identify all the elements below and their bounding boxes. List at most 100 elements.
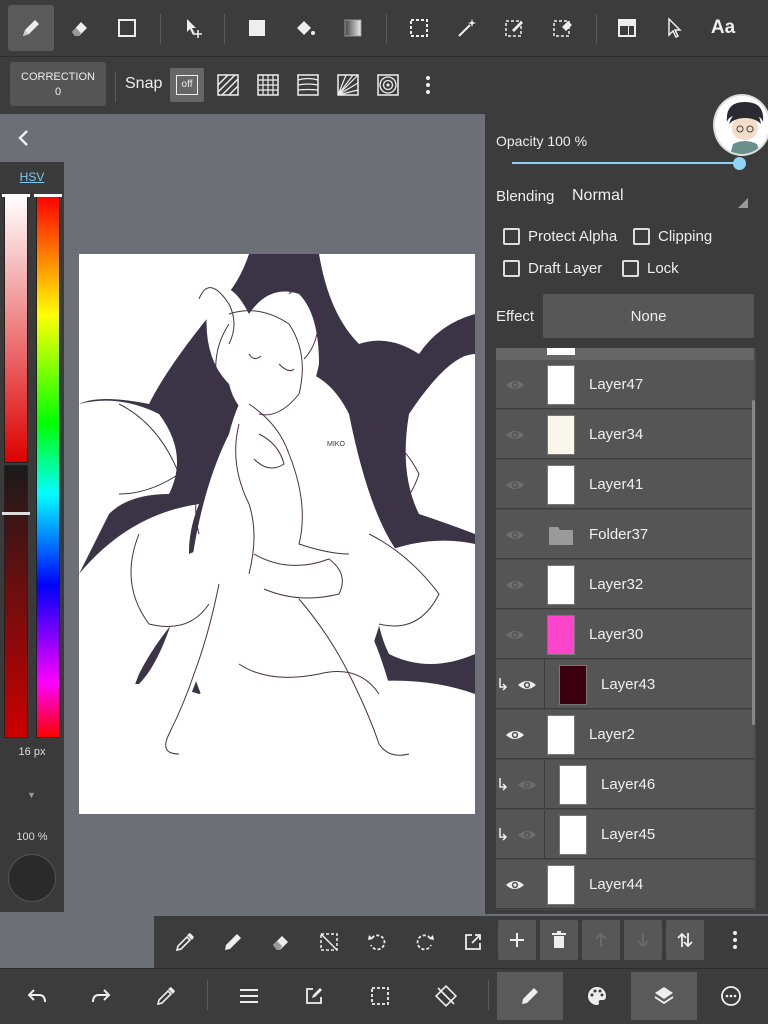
layer-row[interactable]: Layer47 — [496, 360, 754, 409]
fill-rect-icon[interactable] — [234, 5, 280, 51]
select-pen-icon[interactable] — [492, 5, 538, 51]
move-up-icon[interactable] — [582, 920, 620, 960]
undo-icon[interactable] — [5, 972, 69, 1020]
swap-icon[interactable] — [666, 920, 704, 960]
rotate-left-icon[interactable] — [359, 924, 395, 960]
opacity-slider-handle[interactable] — [733, 157, 746, 170]
visibility-eye-icon[interactable] — [505, 575, 525, 595]
pen-icon[interactable] — [215, 924, 251, 960]
layer-name: Folder37 — [589, 526, 649, 543]
palette-icon[interactable] — [565, 972, 629, 1020]
hue-bar[interactable] — [36, 195, 60, 738]
layer-row[interactable]: Layer44 — [496, 860, 754, 909]
select-rect-icon[interactable] — [396, 5, 442, 51]
bucket-icon[interactable] — [282, 5, 328, 51]
layer-row[interactable]: Folder37 — [496, 510, 754, 559]
layer-list-scrollbar[interactable] — [752, 400, 755, 725]
snap-grid-icon[interactable] — [251, 68, 285, 102]
layer-name: Layer32 — [589, 576, 644, 593]
brush-icon[interactable] — [8, 5, 54, 51]
settings-icon[interactable] — [699, 972, 763, 1020]
rotate-right-icon[interactable] — [407, 924, 443, 960]
hue-handle[interactable] — [34, 194, 62, 197]
layer-row[interactable]: Layer43 — [496, 660, 754, 709]
blending-select[interactable]: Normal — [572, 187, 624, 205]
snap-curve-icon[interactable] — [291, 68, 325, 102]
visibility-eye-icon[interactable] — [505, 425, 525, 445]
draft-layer-checkbox[interactable] — [503, 260, 520, 277]
layer-thumbnail — [547, 865, 575, 905]
current-color-swatch[interactable] — [8, 854, 56, 902]
clipping-checkbox[interactable] — [633, 228, 650, 245]
delete-layer-icon[interactable] — [540, 920, 578, 960]
rectangle-icon[interactable] — [104, 5, 150, 51]
visibility-eye-icon[interactable] — [517, 775, 537, 795]
snap-parallel-icon[interactable] — [211, 68, 245, 102]
saturation-bar[interactable] — [4, 195, 28, 463]
clip-arrow-icon — [497, 827, 509, 841]
text-tool-button[interactable]: Aa — [700, 5, 746, 51]
move-down-icon[interactable] — [624, 920, 662, 960]
layer-move-icon[interactable] — [604, 5, 650, 51]
clip-arrow-icon — [497, 777, 509, 791]
brush-opacity-label[interactable]: 100 % — [0, 831, 64, 843]
layer-row-partial[interactable] — [496, 348, 754, 360]
brush-size-dot-icon: ▼ — [27, 790, 36, 800]
artwork-canvas[interactable]: MIKO — [79, 254, 475, 814]
eraser-icon[interactable] — [263, 924, 299, 960]
correction-label: CORRECTION — [21, 71, 95, 83]
menu-icon[interactable] — [217, 972, 281, 1020]
more-icon[interactable] — [716, 920, 754, 960]
export-icon[interactable] — [455, 924, 491, 960]
selection-icon[interactable] — [348, 972, 412, 1020]
eyedropper-icon[interactable] — [134, 972, 198, 1020]
value-handle[interactable] — [2, 512, 30, 515]
snap-radial-icon[interactable] — [331, 68, 365, 102]
layer-row[interactable]: Layer32 — [496, 560, 754, 609]
transform-icon[interactable] — [414, 972, 478, 1020]
visibility-eye-icon[interactable] — [505, 475, 525, 495]
visibility-eye-icon[interactable] — [505, 725, 525, 745]
layer-row[interactable]: Layer30 — [496, 610, 754, 659]
pointer-icon[interactable] — [652, 5, 698, 51]
edit-icon[interactable] — [282, 972, 346, 1020]
magic-wand-icon[interactable] — [444, 5, 490, 51]
more-options-icon[interactable] — [411, 68, 445, 102]
snap-circle-icon[interactable] — [371, 68, 405, 102]
layer-row[interactable]: Layer46 — [496, 760, 754, 809]
visibility-eye-icon[interactable] — [517, 675, 537, 695]
layer-row[interactable]: Layer2 — [496, 710, 754, 759]
gradient-icon[interactable] — [330, 5, 376, 51]
add-layer-icon[interactable] — [498, 920, 536, 960]
eraser-icon[interactable] — [56, 5, 102, 51]
redo-icon[interactable] — [69, 972, 133, 1020]
visibility-eye-icon[interactable] — [505, 625, 525, 645]
layer-list[interactable]: Layer47 Layer34 Layer41 Folder37 Layer32 Laye… — [496, 348, 756, 910]
color-mode-toggle[interactable]: HSV — [0, 170, 64, 184]
correction-button[interactable]: CORRECTION 0 — [10, 62, 106, 106]
layers-icon[interactable] — [631, 972, 697, 1020]
select-eraser-icon[interactable] — [540, 5, 586, 51]
effect-button[interactable]: None — [543, 294, 754, 338]
visibility-eye-icon[interactable] — [505, 525, 525, 545]
eyedropper-icon[interactable] — [167, 924, 203, 960]
layer-row[interactable]: Layer45 — [496, 810, 754, 859]
opacity-slider[interactable] — [512, 162, 740, 164]
visibility-eye-icon[interactable] — [505, 875, 525, 895]
deselect-icon[interactable] — [311, 924, 347, 960]
saturation-handle[interactable] — [2, 194, 30, 197]
brush-icon[interactable] — [497, 972, 563, 1020]
protect-alpha-checkbox[interactable] — [503, 228, 520, 245]
avatar[interactable] — [713, 94, 768, 156]
layer-row[interactable]: Layer41 — [496, 460, 754, 509]
snap-off-button[interactable]: off — [170, 68, 204, 102]
move-icon[interactable] — [170, 5, 216, 51]
brush-size-label[interactable]: 16 px — [0, 746, 64, 758]
lock-checkbox[interactable] — [622, 260, 639, 277]
layer-row[interactable]: Layer34 — [496, 410, 754, 459]
snap-off-label: off — [176, 75, 198, 95]
value-bar[interactable] — [4, 465, 28, 738]
chevron-left-icon[interactable] — [12, 126, 36, 150]
visibility-eye-icon[interactable] — [505, 375, 525, 395]
visibility-eye-icon[interactable] — [517, 825, 537, 845]
